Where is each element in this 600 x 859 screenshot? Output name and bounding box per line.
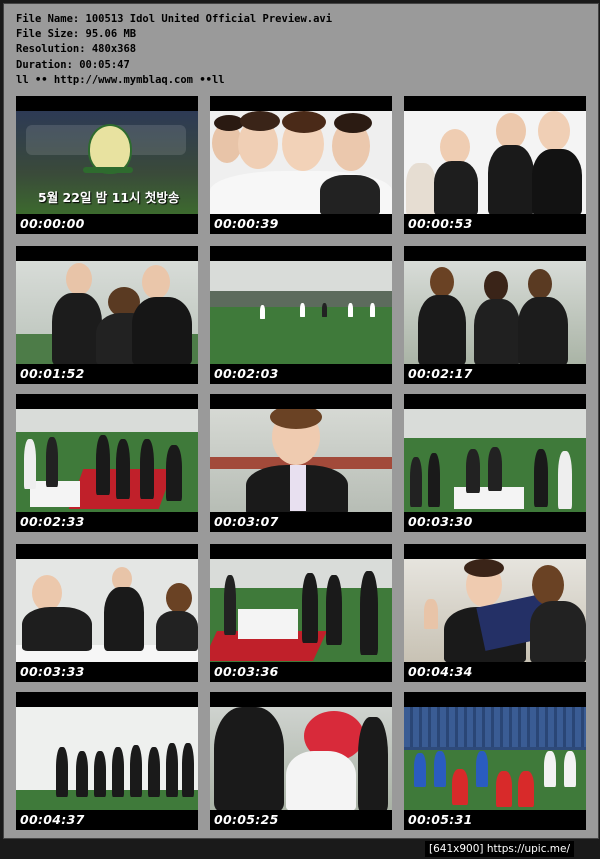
timestamp: 00:04:34 (408, 664, 473, 679)
broadcast-caption: 5월 22일 밤 11시 첫방송 (38, 190, 180, 205)
thumbnail-frame (404, 409, 586, 512)
thumbnail[interactable]: 00:04:34 (404, 544, 586, 682)
thumbnail-frame (210, 261, 392, 364)
timestamp: 00:00:00 (20, 216, 85, 231)
thumbnail[interactable]: 00:02:33 (16, 394, 198, 532)
thumbnail[interactable]: 00:05:25 (210, 692, 392, 830)
thumbnail[interactable]: 00:02:17 (404, 246, 586, 384)
timestamp: 00:02:33 (20, 514, 85, 529)
source-url: ll •• http://www.mymblaq.com ••ll (16, 73, 225, 86)
thumbnail[interactable]: 00:05:31 (404, 692, 586, 830)
thumbnail-frame (16, 707, 198, 810)
timestamp: 00:01:52 (20, 366, 85, 381)
thumbnail-frame (210, 559, 392, 662)
thumbnail[interactable]: 00:00:53 (404, 96, 586, 234)
timestamp: 00:03:30 (408, 514, 473, 529)
timestamp: 00:05:25 (214, 812, 279, 827)
thumbnail-frame (16, 261, 198, 364)
timestamp: 00:00:39 (214, 216, 279, 231)
file-name: File Name: 100513 Idol United Official P… (16, 13, 333, 25)
thumbnail[interactable]: 00:01:52 (16, 246, 198, 384)
thumbnail-frame (404, 559, 586, 662)
thumbnail[interactable]: 00:02:03 (210, 246, 392, 384)
resolution: Resolution: 480x368 (16, 43, 137, 56)
file-size: File Size: 95.06 MB (16, 28, 137, 41)
image-host-footer[interactable]: [641x900] https://upic.me/ (425, 841, 575, 857)
timestamp: 00:05:31 (408, 812, 473, 827)
timestamp: 00:02:17 (408, 366, 473, 381)
thumbnail[interactable]: 5월 22일 밤 11시 첫방송 00:00:00 (16, 96, 198, 234)
thumbnail-frame (16, 409, 198, 512)
timestamp: 00:03:07 (214, 514, 279, 529)
thumbnail-frame (210, 111, 392, 214)
thumbnail-frame (404, 261, 586, 364)
thumbnail[interactable]: 00:03:07 (210, 394, 392, 532)
duration: Duration: 00:05:47 (16, 58, 130, 71)
timestamp: 00:03:33 (20, 664, 85, 679)
thumbnail[interactable]: 00:00:39 (210, 96, 392, 234)
timestamp: 00:03:36 (214, 664, 279, 679)
thumbnail[interactable]: 00:04:37 (16, 692, 198, 830)
timestamp: 00:02:03 (214, 366, 279, 381)
timestamp: 00:04:37 (20, 812, 85, 827)
thumbnail[interactable]: 00:03:30 (404, 394, 586, 532)
thumbnail[interactable]: 00:03:36 (210, 544, 392, 682)
thumbnail-frame (16, 559, 198, 662)
thumbnail-frame (210, 409, 392, 512)
thumbnail-frame (210, 707, 392, 810)
thumbnail[interactable]: 00:03:33 (16, 544, 198, 682)
timestamp: 00:00:53 (408, 216, 473, 231)
thumbnail-frame (404, 707, 586, 810)
thumbnail-frame: 5월 22일 밤 11시 첫방송 (16, 111, 198, 214)
file-info: File Name: 100513 Idol United Official P… (16, 12, 332, 88)
thumbnail-frame (404, 111, 586, 214)
contact-sheet: File Name: 100513 Idol United Official P… (3, 3, 599, 839)
